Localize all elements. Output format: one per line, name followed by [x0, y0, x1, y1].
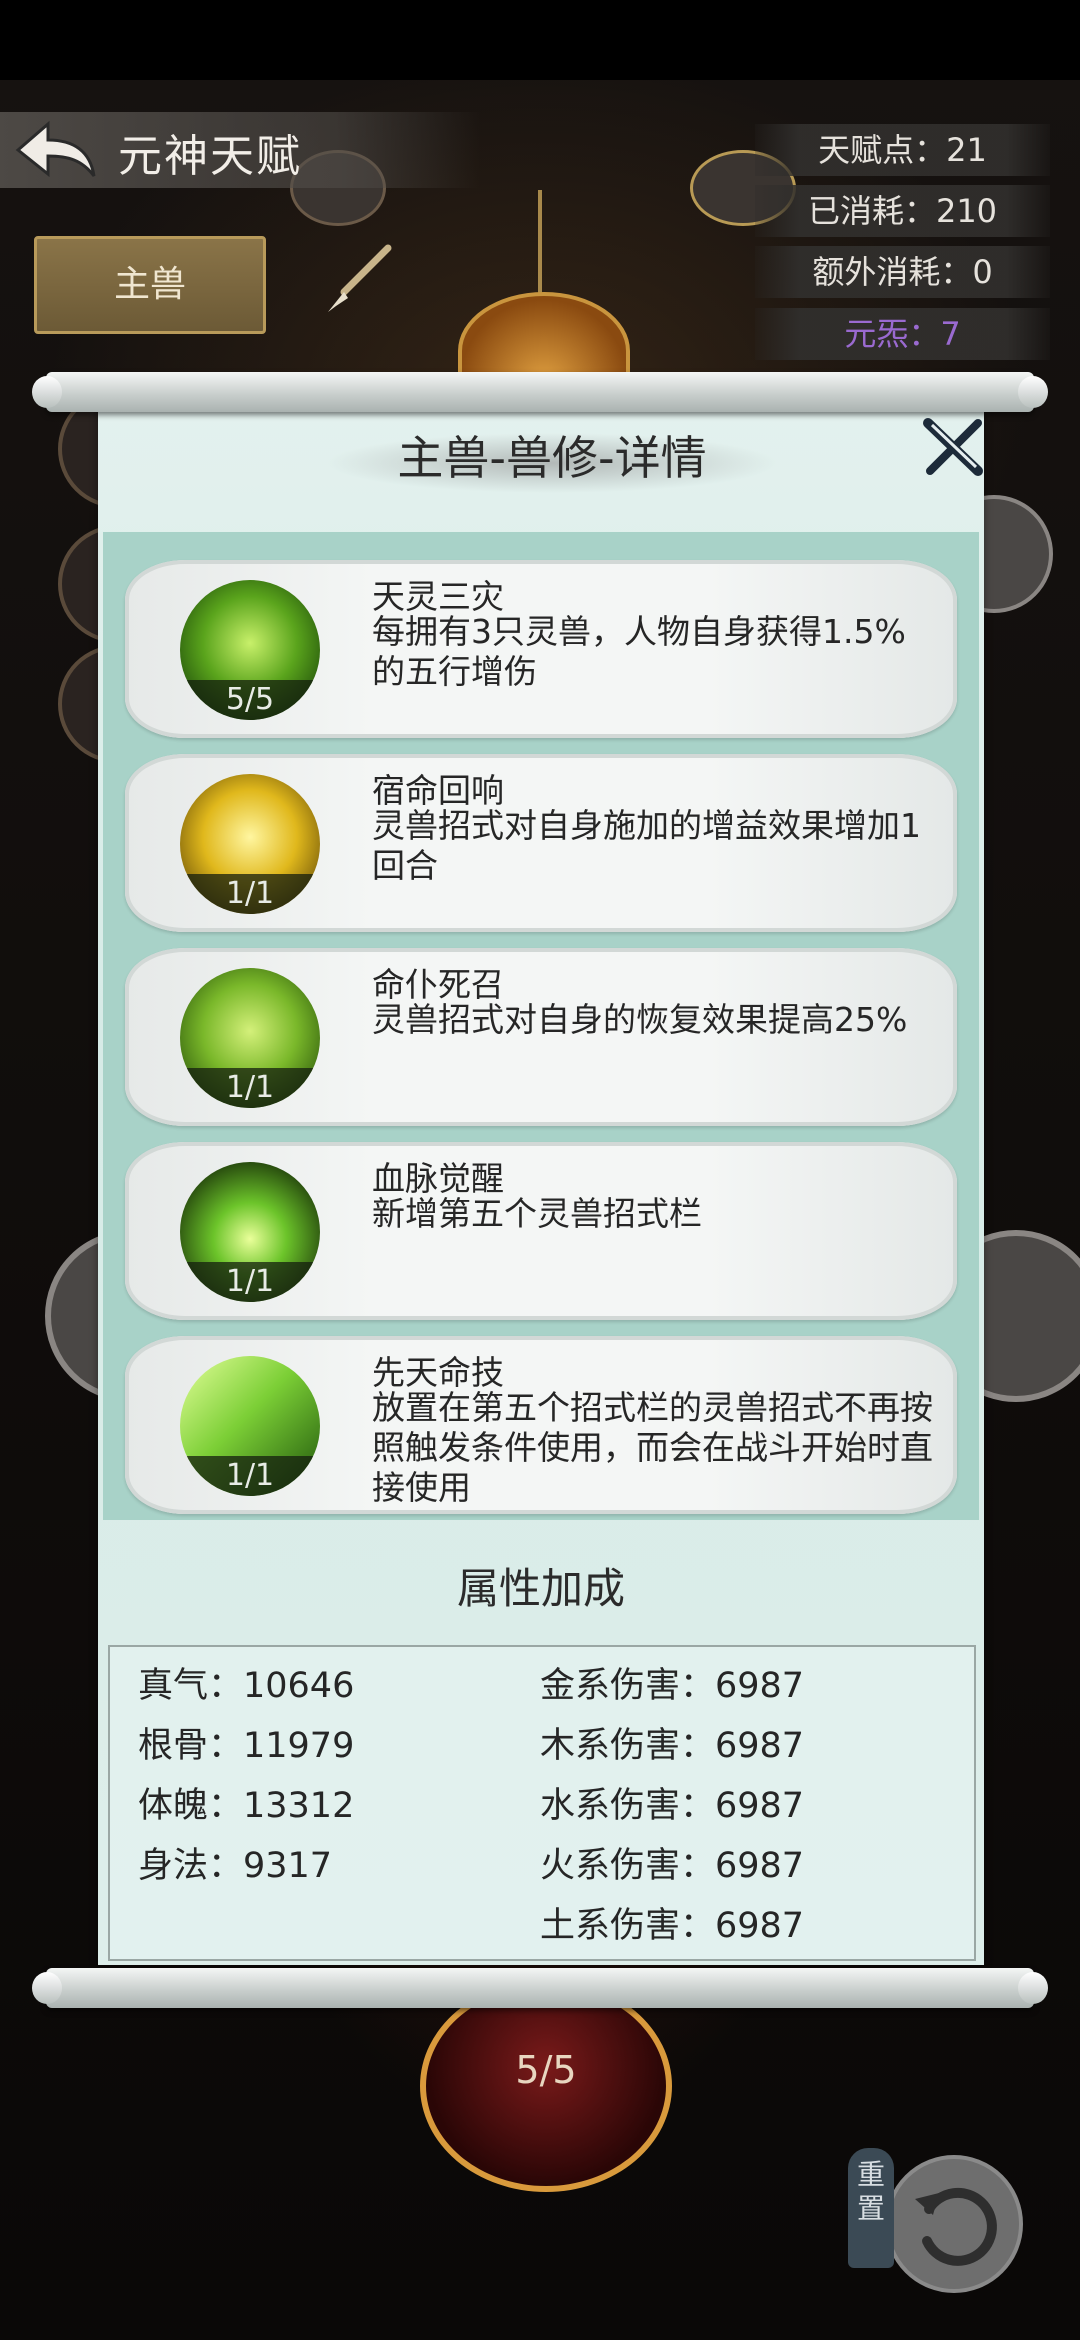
talent-level: 1/1: [180, 1262, 320, 1302]
talent-item[interactable]: 1/1 先天命技 放置在第五个招式栏的灵兽招式不再按照触发条件使用，而会在战斗开…: [125, 1336, 957, 1514]
talent-desc: 每拥有3只灵兽，人物自身获得1.5%的五行增伤: [372, 612, 906, 691]
talent-item[interactable]: 1/1 血脉觉醒 新增第五个灵兽招式栏: [125, 1142, 957, 1320]
scroll-rod-top: [32, 372, 1048, 412]
attr-section-title: 属性加成: [456, 1564, 625, 1613]
talent-desc: 灵兽招式对自身施加的增益效果增加1回合: [372, 806, 921, 885]
attr-metal-dmg: 金系伤害：6987: [540, 1666, 805, 1706]
back-arrow-icon[interactable]: [10, 116, 100, 186]
talent-name: 宿命回响: [372, 771, 504, 810]
green-leaf-icon: 1/1: [180, 1356, 320, 1496]
talent-item[interactable]: 5/5 天灵三灾 每拥有3只灵兽，人物自身获得1.5%的五行增伤: [125, 560, 957, 738]
golden-rune-icon: 1/1: [180, 774, 320, 914]
talent-desc: 灵兽招式对自身的恢复效果提高25%: [372, 1000, 908, 1039]
close-icon[interactable]: [918, 415, 988, 479]
brush-icon[interactable]: [318, 240, 398, 320]
talent-node-bottom[interactable]: 5/5: [420, 1980, 672, 2192]
talent-level: 1/1: [180, 874, 320, 914]
status-bar-area: [0, 0, 1080, 80]
attr-water-dmg: 水系伤害：6987: [540, 1786, 805, 1826]
talent-item[interactable]: 1/1 命仆死召 灵兽招式对自身的恢复效果提高25%: [125, 948, 957, 1126]
scroll-rod-bottom: [32, 1968, 1048, 2008]
talent-name: 先天命技: [372, 1353, 504, 1392]
reset-label[interactable]: 重置: [848, 2148, 894, 2268]
attr-shenfa: 身法：9317: [138, 1846, 333, 1886]
talent-level: 1/1: [180, 1456, 320, 1496]
talent-name: 血脉觉醒: [372, 1159, 504, 1198]
talent-desc: 新增第五个灵兽招式栏: [372, 1194, 702, 1233]
talent-name: 命仆死召: [372, 965, 504, 1004]
talent-level: 5/5: [180, 680, 320, 720]
attr-wood-dmg: 木系伤害：6987: [540, 1726, 805, 1766]
talent-item[interactable]: 1/1 宿命回响 灵兽招式对自身施加的增益效果增加1回合: [125, 754, 957, 932]
modal-title: 主兽-兽修-详情: [397, 431, 707, 485]
page-title: 元神天赋: [118, 131, 302, 182]
reset-button[interactable]: [885, 2155, 1023, 2293]
talent-list[interactable]: 5/5 天灵三灾 每拥有3只灵兽，人物自身获得1.5%的五行增伤 1/1 宿命回…: [103, 532, 979, 1520]
green-cross-heal-icon: 1/1: [180, 968, 320, 1108]
green-spirit-icon: 5/5: [180, 580, 320, 720]
extra-consumed-stat: 额外消耗：0: [755, 246, 1050, 298]
attr-fire-dmg: 火系伤害：6987: [540, 1846, 805, 1886]
talent-node-bottom-level: 5/5: [515, 2048, 577, 2092]
attribute-panel: 真气：10646 根骨：11979 体魄：13312 身法：9317 金系伤害：…: [108, 1645, 976, 1961]
tab-main-beast[interactable]: 主兽: [34, 236, 266, 334]
attr-gengu: 根骨：11979: [138, 1726, 355, 1766]
element-stat: 元炁：7: [755, 308, 1050, 360]
talent-level: 1/1: [180, 1068, 320, 1108]
consumed-stat: 已消耗：210: [755, 185, 1050, 237]
green-flame-icon: 1/1: [180, 1162, 320, 1302]
talent-points-stat: 天赋点：21: [755, 124, 1050, 176]
talent-desc: 放置在第五个招式栏的灵兽招式不再按照触发条件使用，而会在战斗开始时直接使用: [372, 1388, 933, 1507]
talent-name: 天灵三灾: [372, 577, 504, 616]
refresh-icon: [915, 2187, 997, 2266]
attr-tipo: 体魄：13312: [138, 1786, 355, 1826]
attr-zhenqi: 真气：10646: [138, 1666, 355, 1706]
attr-earth-dmg: 土系伤害：6987: [540, 1906, 805, 1946]
